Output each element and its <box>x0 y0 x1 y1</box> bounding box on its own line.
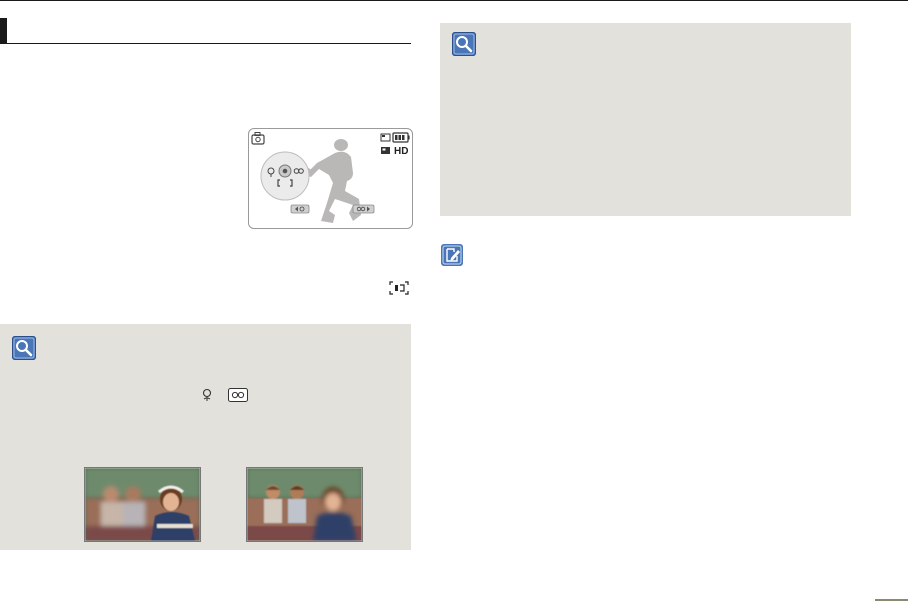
focus-control-dial <box>260 151 310 201</box>
lcd-screen-illustration: HD <box>248 128 413 229</box>
infinity-button-graphic <box>352 204 375 214</box>
magnifier-icon <box>452 32 476 56</box>
pencil-note-icon <box>441 244 463 266</box>
tip-panel-left <box>0 324 411 550</box>
section-heading-rule <box>0 43 411 44</box>
magnifier-icon <box>12 336 36 360</box>
section-heading-marker <box>0 18 7 44</box>
lcd-illustration-graphic: HD <box>251 132 410 223</box>
focus-example-photo-near <box>84 467 201 542</box>
video-quality-icon <box>381 147 390 154</box>
manual-focus-frame-icon <box>389 281 409 295</box>
battery-icon <box>392 132 410 143</box>
scene-mode-icon <box>251 132 265 145</box>
top-rule <box>0 0 908 1</box>
tip-panel-right <box>440 23 851 216</box>
storage-card-icon <box>380 133 391 142</box>
hd-label: HD <box>394 146 408 157</box>
flower-macro-icon <box>200 388 214 402</box>
infinity-focus-icon <box>228 388 248 402</box>
macro-button-graphic <box>290 204 310 214</box>
focus-example-photo-far <box>246 467 363 542</box>
